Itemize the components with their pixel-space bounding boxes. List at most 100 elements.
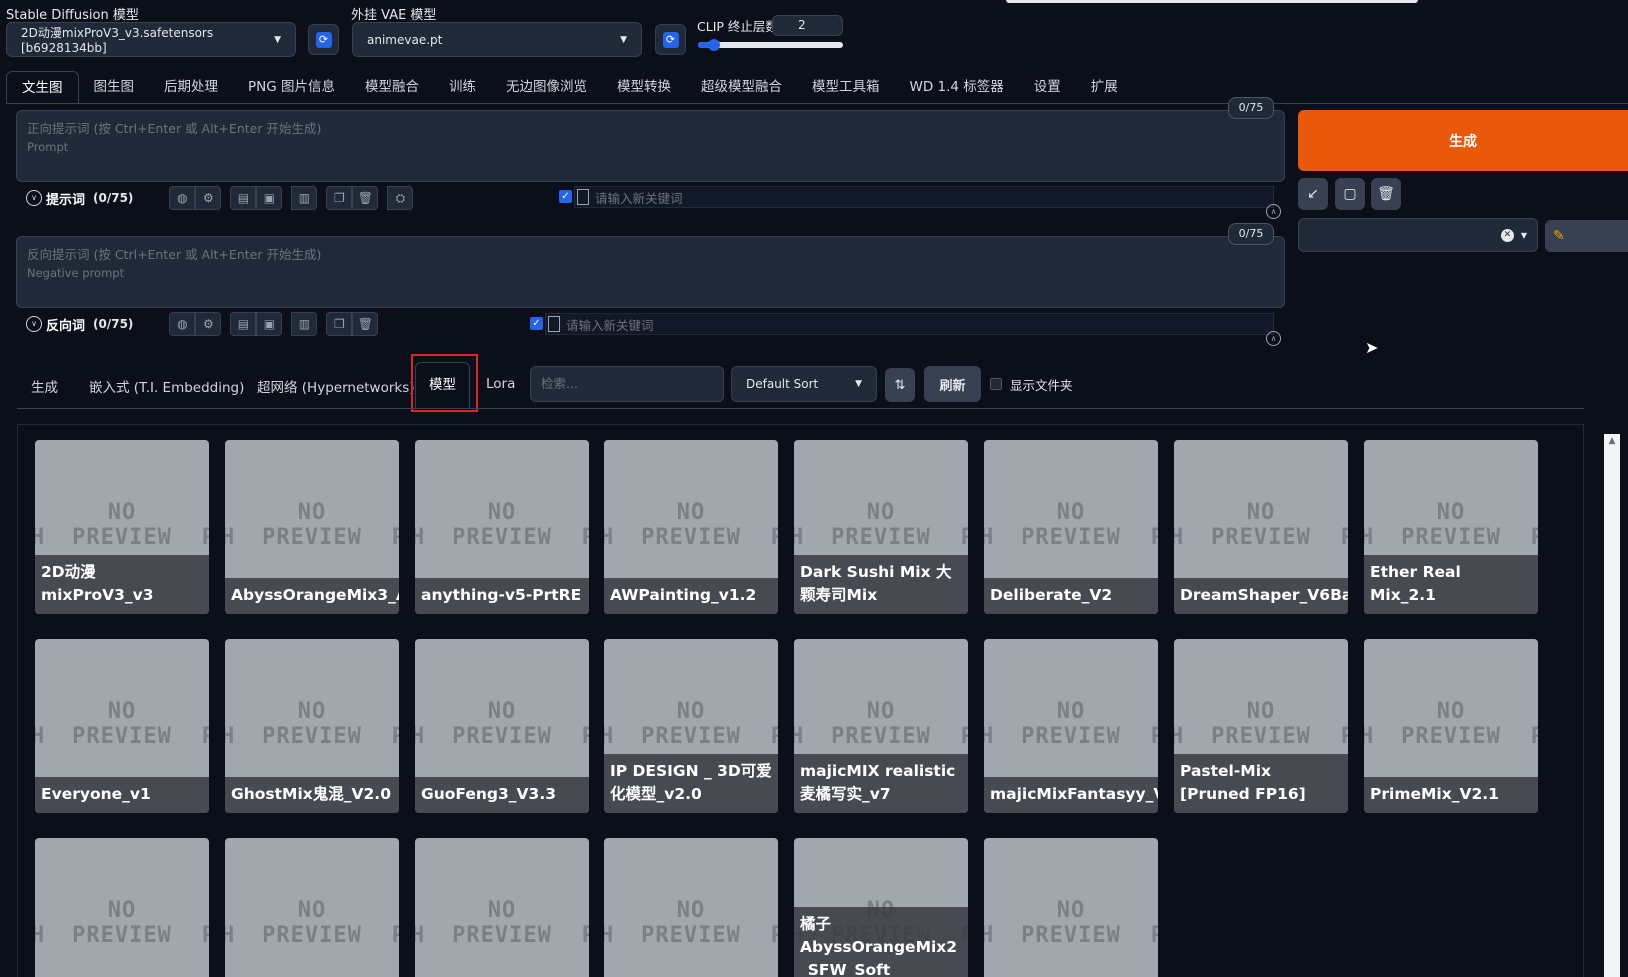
tab-7[interactable]: 模型转换 <box>602 71 686 103</box>
model-card[interactable]: NOPREVIEWHPmajicMixFantasyy_V2.0 <box>984 639 1158 813</box>
tab-0[interactable]: 文生图 <box>6 71 79 103</box>
no-preview-placeholder: NOPREVIEW <box>225 699 399 749</box>
import-icon[interactable]: ▤ <box>230 186 257 210</box>
subtab-embedding[interactable]: 嵌入式 (T.I. Embedding) <box>89 376 244 396</box>
sd-model-select[interactable]: 2D动漫mixProV3_v3.safetensors [b6928134bb]… <box>6 22 296 57</box>
no-preview-line-2: PREVIEW <box>1211 724 1311 749</box>
copy-icon[interactable]: ❐ <box>326 312 353 336</box>
generate-button[interactable]: 生成 <box>1298 110 1628 171</box>
sort-select[interactable]: Default Sort ▼ <box>731 366 877 402</box>
vae-refresh-button[interactable]: ⟳ <box>655 24 686 55</box>
model-card-name: majicMixFantasyy_V2.0 <box>984 777 1158 813</box>
negative-keyword-checkbox[interactable]: ✓ <box>530 317 543 330</box>
style-select[interactable]: ✕ ▼ <box>1298 218 1538 252</box>
bookmark-icon[interactable]: ▣ <box>256 186 283 210</box>
model-card[interactable]: NO PREVIEW H P AWPainting_v1.2 <box>604 440 778 614</box>
model-card[interactable]: NO PREVIEW H P 2D动漫mixProV3_v3 <box>35 440 209 614</box>
gear-icon[interactable]: ⚙ <box>195 312 222 336</box>
refresh-button[interactable]: 刷新 <box>924 366 981 402</box>
tab-10[interactable]: WD 1.4 标签器 <box>895 71 1019 103</box>
trash-icon[interactable]: 🗑 <box>352 312 379 336</box>
gear-icon[interactable]: ⚙ <box>195 186 222 210</box>
vae-select[interactable]: animevae.pt ▼ <box>352 22 642 57</box>
model-card[interactable]: NO PREVIEW H P <box>604 838 778 977</box>
ai-icon[interactable]: ▥ <box>291 312 318 336</box>
tab-3[interactable]: PNG 图片信息 <box>233 71 350 103</box>
preview-edge-fragment: P <box>201 724 209 749</box>
subtab-hypernetworks[interactable]: 超网络 (Hypernetworks) <box>257 376 415 396</box>
mouse-cursor-icon: ➤ <box>1365 338 1379 357</box>
clear-x-icon[interactable]: ✕ <box>1500 228 1514 242</box>
no-preview-line-1: NO <box>107 898 137 923</box>
tab-12[interactable]: 扩展 <box>1076 71 1133 103</box>
model-card[interactable]: NO PREVIEW H P <box>225 838 399 977</box>
tab-5[interactable]: 训练 <box>434 71 491 103</box>
model-card[interactable]: NO PREVIEW H P Ether Real Mix_2.1 <box>1364 440 1538 614</box>
tab-6[interactable]: 无边图像浏览 <box>491 71 602 103</box>
collapse-up-icon[interactable]: ∧ <box>1266 204 1281 219</box>
model-card[interactable]: NO PREVIEW H P <box>415 838 589 977</box>
model-card[interactable]: NO PREVIEW H Panything-v5-PrtRE <box>415 440 589 614</box>
preview-edge-fragment: H <box>794 525 804 550</box>
translate-icon[interactable]: ◍ <box>169 312 196 336</box>
show-dirs-label: 显示文件夹 <box>1010 378 1073 393</box>
preview-edge-fragment: H <box>794 724 804 749</box>
preview-edge-fragment: P <box>1530 525 1538 550</box>
model-card[interactable]: NO PREVIEW H P <box>984 838 1158 977</box>
model-card[interactable]: NO PREVIEW H PmajicMIX realistic 麦橘写实_v7 <box>794 639 968 813</box>
clip-number-input[interactable]: 2 <box>772 15 843 36</box>
negative-keyword-input[interactable]: 请输入新关键词 <box>545 313 1274 335</box>
subtab-models[interactable]: 模型 <box>415 362 470 408</box>
model-card[interactable]: NO PREVIEW H P GhostMix鬼混_V2.0 <box>225 639 399 813</box>
paste-button[interactable]: ▢ <box>1335 178 1365 210</box>
tab-4[interactable]: 模型融合 <box>350 71 434 103</box>
model-card[interactable]: NO PREVIEW H P PrimeMix_V2.1 <box>1364 639 1538 813</box>
model-card[interactable]: NO PREVIEW H P GuoFeng3_V3.3 <box>415 639 589 813</box>
subtab-lora[interactable]: Lora <box>486 376 515 392</box>
clip-slider-track[interactable] <box>698 39 843 51</box>
search-input[interactable]: 检索... <box>530 366 724 402</box>
prompt-keyword-checkbox[interactable]: ✓ <box>559 190 572 203</box>
ai-icon[interactable]: ▥ <box>291 186 318 210</box>
read-params-button[interactable]: ↙ <box>1298 178 1328 210</box>
tab-1[interactable]: 图生图 <box>79 71 150 103</box>
chevron-down-icon: ▼ <box>274 34 281 45</box>
prompt-keyword-input[interactable]: 请输入新关键词 <box>574 186 1274 208</box>
model-card[interactable]: NOPREVIEWHPDreamShaper_V6BakedVae <box>1174 440 1348 614</box>
clip-slider-thumb[interactable] <box>707 39 720 51</box>
model-card[interactable]: NO PREVIEW H P Pastel-Mix [Pruned FP16] <box>1174 639 1348 813</box>
settings-cog-icon[interactable]: ⛭ <box>387 186 414 210</box>
clear-button[interactable]: 🗑 <box>1371 178 1401 210</box>
negative-prompt-textarea[interactable]: 反向提示词 (按 Ctrl+Enter 或 Alt+Enter 开始生成) Ne… <box>16 236 1285 308</box>
subtab-generate[interactable]: 生成 <box>31 376 58 396</box>
tab-11[interactable]: 设置 <box>1019 71 1076 103</box>
scrollbar[interactable]: ▲ <box>1604 434 1620 977</box>
show-dirs-checkbox[interactable] <box>990 378 1002 390</box>
model-card[interactable]: NO PREVIEW H P Everyone_v1 <box>35 639 209 813</box>
copy-icon[interactable]: ❐ <box>326 186 353 210</box>
sort-direction-button[interactable]: ⇅ <box>885 368 915 402</box>
prompt-textarea[interactable]: 正向提示词 (按 Ctrl+Enter 或 Alt+Enter 开始生成) Pr… <box>16 110 1285 182</box>
model-card[interactable]: NOPREVIEWHPAbyssOrangeMix3_A1B <box>225 440 399 614</box>
collapse-toggle-icon[interactable]: ∨ <box>26 190 42 206</box>
edit-style-button[interactable]: ✎ <box>1545 220 1628 252</box>
collapse-up-icon[interactable]: ∧ <box>1266 331 1281 346</box>
tab-8[interactable]: 超级模型融合 <box>686 71 797 103</box>
sd-model-refresh-button[interactable]: ⟳ <box>308 24 339 55</box>
model-card[interactable]: NO PREVIEW H P IP DESIGN _ 3D可爱化模型_v2.0 <box>604 639 778 813</box>
scroll-up-icon[interactable]: ▲ <box>1604 434 1620 448</box>
import-icon[interactable]: ▤ <box>230 312 257 336</box>
model-card[interactable]: NO PREVIEW H P Dark Sushi Mix 大颗寿司Mix <box>794 440 968 614</box>
translate-icon[interactable]: ◍ <box>169 186 196 210</box>
negative-toggle-label[interactable]: 反向词 <box>46 315 85 334</box>
tab-2[interactable]: 后期处理 <box>149 71 233 103</box>
model-card[interactable]: NOPREVIEWHP橘子AbyssOrangeMix2 _SFW_Soft N… <box>794 838 968 977</box>
prompt-toggle-label[interactable]: 提示词 <box>46 189 85 208</box>
trash-icon[interactable]: 🗑 <box>352 186 379 210</box>
model-card[interactable]: NO PREVIEW H P <box>35 838 209 977</box>
collapse-toggle-icon[interactable]: ∨ <box>26 316 42 332</box>
bookmark-icon[interactable]: ▣ <box>256 312 283 336</box>
model-card[interactable]: NO PREVIEW H P Deliberate_V2 <box>984 440 1158 614</box>
tab-9[interactable]: 模型工具箱 <box>797 71 895 103</box>
chevron-down-icon: ▼ <box>855 379 862 389</box>
